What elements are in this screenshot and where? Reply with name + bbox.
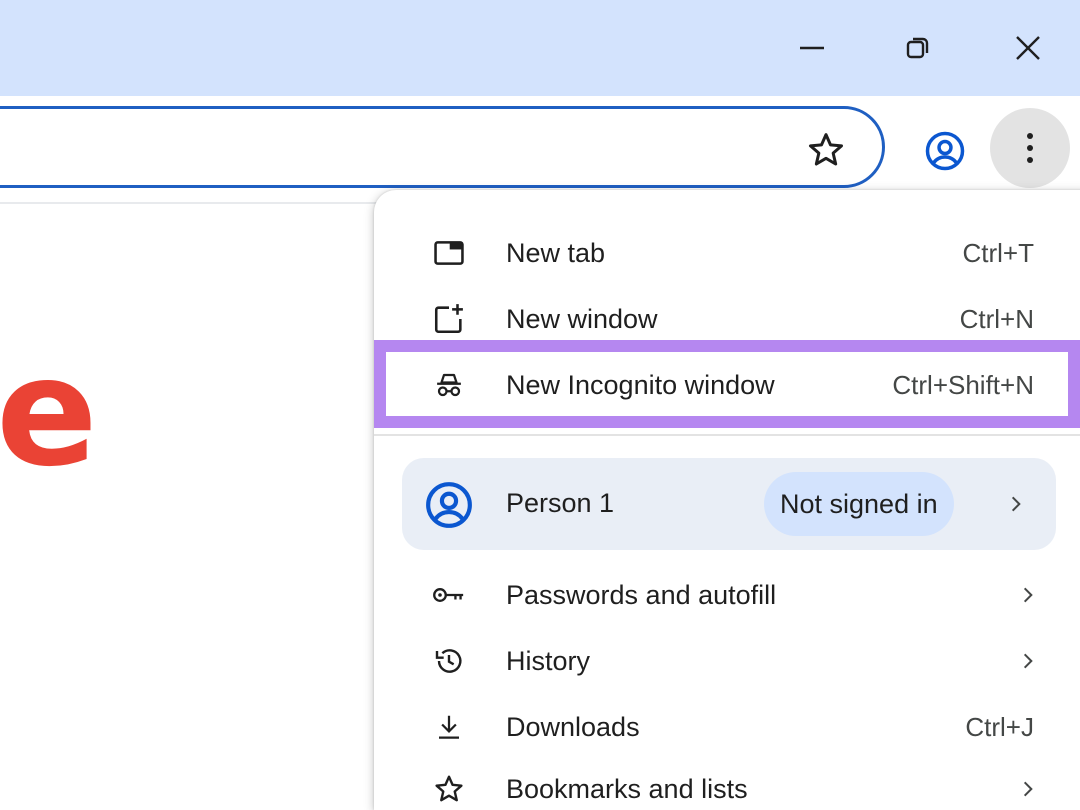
menu-item-bookmarks-and-lists[interactable]: Bookmarks and lists xyxy=(374,758,1080,810)
sign-in-status-badge: Not signed in xyxy=(764,472,954,536)
key-icon xyxy=(430,576,468,614)
menu-item-shortcut: Ctrl+N xyxy=(959,303,1034,334)
more-vert-icon xyxy=(1027,133,1033,163)
profile-name: Person 1 xyxy=(506,488,615,518)
chevron-right-icon xyxy=(1016,583,1040,607)
title-bar xyxy=(0,0,1080,96)
menu-item-label: Downloads xyxy=(506,711,640,742)
new-tab-icon xyxy=(430,234,468,272)
menu-item-label: History xyxy=(506,645,591,676)
menu-item-label: New window xyxy=(506,303,658,334)
menu-separator xyxy=(374,434,1080,436)
address-bar[interactable] xyxy=(0,106,885,188)
profile-button[interactable] xyxy=(920,126,970,176)
chevron-right-icon xyxy=(1004,492,1028,516)
minimize-button[interactable] xyxy=(786,22,838,74)
highlight-outline xyxy=(374,340,1080,428)
menu-item-new-tab[interactable]: New tab Ctrl+T xyxy=(374,222,1080,284)
menu-item-label: New tab xyxy=(506,237,606,268)
restore-icon xyxy=(906,37,929,59)
page-logo-fragment: e xyxy=(0,326,98,500)
account-circle-icon xyxy=(424,480,474,530)
chrome-menu-button[interactable] xyxy=(990,108,1070,188)
minimize-icon xyxy=(800,46,824,50)
close-icon xyxy=(1016,36,1040,60)
menu-item-downloads[interactable]: Downloads Ctrl+J xyxy=(374,696,1080,758)
star-icon xyxy=(809,133,843,166)
chrome-menu: New tab Ctrl+T New window Ctrl+N New Inc… xyxy=(374,190,1080,810)
account-circle-icon xyxy=(925,131,965,171)
menu-item-passwords-and-autofill[interactable]: Passwords and autofill xyxy=(374,564,1080,626)
history-icon xyxy=(430,642,468,680)
chevron-right-icon xyxy=(1016,777,1040,801)
menu-item-shortcut: Ctrl+T xyxy=(962,237,1035,268)
download-icon xyxy=(430,708,468,746)
restore-button[interactable] xyxy=(892,22,944,74)
menu-item-label: Passwords and autofill xyxy=(506,579,777,610)
star-icon xyxy=(430,770,468,808)
close-window-button[interactable] xyxy=(1002,22,1054,74)
browser-toolbar xyxy=(0,96,1080,204)
chevron-right-icon xyxy=(1016,649,1040,673)
new-window-icon xyxy=(430,300,468,338)
profile-card[interactable]: Person 1 Not signed in xyxy=(402,458,1056,550)
menu-item-shortcut: Ctrl+J xyxy=(965,711,1034,742)
menu-item-history[interactable]: History xyxy=(374,630,1080,692)
bookmark-button[interactable] xyxy=(804,128,848,172)
menu-item-label: Bookmarks and lists xyxy=(506,773,748,804)
